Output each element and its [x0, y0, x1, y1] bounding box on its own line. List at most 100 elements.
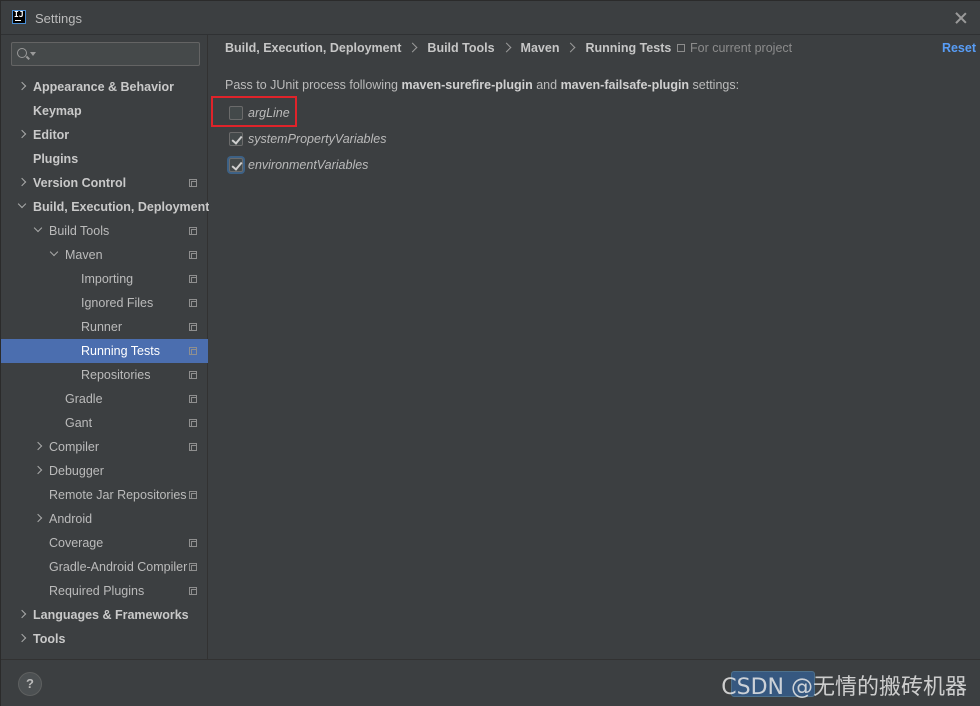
- sidebar-item-required-plugins[interactable]: Required Plugins: [1, 579, 208, 603]
- sidebar-item-label: Languages & Frameworks: [33, 608, 189, 622]
- sidebar-item-coverage[interactable]: Coverage: [1, 531, 208, 555]
- settings-search-field[interactable]: [11, 42, 200, 66]
- sidebar-item-label: Required Plugins: [49, 584, 145, 598]
- intellij-app-icon: [12, 10, 26, 24]
- environment-variables-checkbox[interactable]: [229, 158, 243, 172]
- sidebar-item-label: Ignored Files: [81, 296, 154, 310]
- sidebar-item-running-tests[interactable]: Running Tests: [1, 339, 208, 363]
- sidebar-item-label: Gradle-Android Compiler: [49, 560, 188, 574]
- project-scope-icon: [189, 251, 197, 259]
- sidebar-item-label: Appearance & Behavior: [33, 80, 175, 94]
- sidebar-item-debugger[interactable]: Debugger: [1, 459, 208, 483]
- sidebar-item-label: Tools: [33, 632, 66, 646]
- sidebar-item-remote-jar-repositories[interactable]: Remote Jar Repositories: [1, 483, 208, 507]
- chevron-right-icon[interactable]: [17, 123, 29, 147]
- chevron-right-icon[interactable]: [17, 627, 29, 651]
- sidebar-item-label: Coverage: [49, 536, 104, 550]
- chevron-down-icon[interactable]: [33, 219, 45, 243]
- chevron-right-icon: [501, 42, 511, 53]
- sidebar-item-label: Plugins: [33, 152, 79, 166]
- project-scope-icon: [677, 44, 685, 52]
- sidebar-item-label: Build Tools: [49, 224, 110, 238]
- sidebar-item-editor[interactable]: Editor: [1, 123, 208, 147]
- project-scope-icon: [189, 371, 197, 379]
- sidebar-item-runner[interactable]: Runner: [1, 315, 208, 339]
- search-input[interactable]: [38, 45, 193, 63]
- sidebar-item-gradle[interactable]: Gradle: [1, 387, 208, 411]
- for-current-project-note: For current project: [677, 41, 792, 55]
- sidebar-item-label: Importing: [81, 272, 134, 286]
- dialog-footer: ? CSDN @无情的搬砖机器: [1, 659, 980, 706]
- sidebar-item-label: Keymap: [33, 104, 82, 118]
- sidebar-item-importing[interactable]: Importing: [1, 267, 208, 291]
- sidebar-item-keymap[interactable]: Keymap: [1, 99, 208, 123]
- system-property-variables-label[interactable]: systemPropertyVariables: [248, 132, 386, 146]
- help-button[interactable]: ?: [18, 672, 42, 696]
- window-title: Settings: [35, 11, 82, 26]
- sidebar-item-build-execution-deployment[interactable]: Build, Execution, Deployment: [1, 195, 210, 219]
- sidebar-item-label: Build, Execution, Deployment: [33, 200, 210, 214]
- description-suffix: settings:: [689, 78, 740, 92]
- project-scope-icon: [189, 539, 197, 547]
- settings-sidebar: Appearance & Behavior Keymap Editor Plugins…: [1, 35, 210, 659]
- settings-content-panel: Build, Execution, Deployment Build Tools M…: [209, 35, 980, 659]
- close-icon[interactable]: [951, 8, 971, 28]
- sidebar-item-gant[interactable]: Gant: [1, 411, 208, 435]
- search-history-chevron-icon[interactable]: [30, 52, 36, 56]
- settings-window: Settings Appearance & Behavior Keymap Edit…: [0, 0, 980, 706]
- project-scope-icon: [189, 323, 197, 331]
- system-property-variables-checkbox[interactable]: [229, 132, 243, 146]
- sidebar-item-label: Maven: [65, 248, 103, 262]
- argline-checkbox[interactable]: [229, 106, 243, 120]
- sidebar-item-gradle-android-compiler[interactable]: Gradle-Android Compiler: [1, 555, 208, 579]
- project-scope-icon: [189, 275, 197, 283]
- chevron-right-icon[interactable]: [17, 603, 29, 627]
- sidebar-item-label: Editor: [33, 128, 70, 142]
- project-scope-icon: [189, 587, 197, 595]
- sidebar-item-version-control[interactable]: Version Control: [1, 171, 208, 195]
- sidebar-item-build-tools[interactable]: Build Tools: [1, 219, 208, 243]
- project-scope-icon: [189, 443, 197, 451]
- sidebar-item-label: Running Tests: [81, 344, 160, 358]
- project-scope-icon: [189, 299, 197, 307]
- sidebar-item-appearance-behavior[interactable]: Appearance & Behavior: [1, 75, 208, 99]
- chevron-down-icon[interactable]: [49, 243, 61, 267]
- chevron-right-icon[interactable]: [33, 435, 45, 459]
- sidebar-item-repositories[interactable]: Repositories: [1, 363, 208, 387]
- argline-label[interactable]: argLine: [248, 106, 290, 120]
- chevron-down-icon[interactable]: [17, 195, 29, 219]
- project-scope-icon: [189, 491, 197, 499]
- sidebar-item-maven[interactable]: Maven: [1, 243, 208, 267]
- sidebar-item-label: Gant: [65, 416, 93, 430]
- breadcrumb-item: Build, Execution, Deployment: [225, 41, 402, 55]
- reset-link[interactable]: Reset: [942, 41, 976, 55]
- sidebar-item-label: Debugger: [49, 464, 104, 478]
- description-middle: and: [532, 78, 561, 92]
- breadcrumb-item: Running Tests: [585, 41, 672, 55]
- sidebar-item-label: Remote Jar Repositories: [49, 488, 187, 502]
- chevron-right-icon: [407, 42, 418, 53]
- project-scope-icon: [189, 179, 197, 187]
- project-scope-icon: [189, 395, 197, 403]
- project-scope-icon: [189, 347, 197, 355]
- settings-tree: Appearance & Behavior Keymap Editor Plugins…: [1, 75, 210, 651]
- sidebar-item-ignored-files[interactable]: Ignored Files: [1, 291, 208, 315]
- sidebar-item-label: Runner: [81, 320, 122, 334]
- search-icon: [17, 48, 27, 58]
- sidebar-item-compiler[interactable]: Compiler: [1, 435, 208, 459]
- environment-variables-label[interactable]: environmentVariables: [248, 158, 368, 172]
- description-prefix: Pass to JUnit process following: [225, 78, 402, 92]
- sidebar-item-tools[interactable]: Tools: [1, 627, 208, 651]
- chevron-right-icon[interactable]: [17, 75, 29, 99]
- sidebar-item-label: Compiler: [49, 440, 100, 454]
- chevron-right-icon[interactable]: [17, 171, 29, 195]
- failsafe-plugin-name: maven-failsafe-plugin: [560, 78, 690, 92]
- breadcrumb: Build, Execution, Deployment Build Tools M…: [225, 41, 671, 57]
- sidebar-item-languages-frameworks[interactable]: Languages & Frameworks: [1, 603, 208, 627]
- for-current-project-label: For current project: [690, 41, 793, 55]
- sidebar-item-android[interactable]: Android: [1, 507, 208, 531]
- chevron-right-icon[interactable]: [33, 507, 45, 531]
- sidebar-item-label: Android: [49, 512, 93, 526]
- chevron-right-icon[interactable]: [33, 459, 45, 483]
- sidebar-item-plugins[interactable]: Plugins: [1, 147, 208, 171]
